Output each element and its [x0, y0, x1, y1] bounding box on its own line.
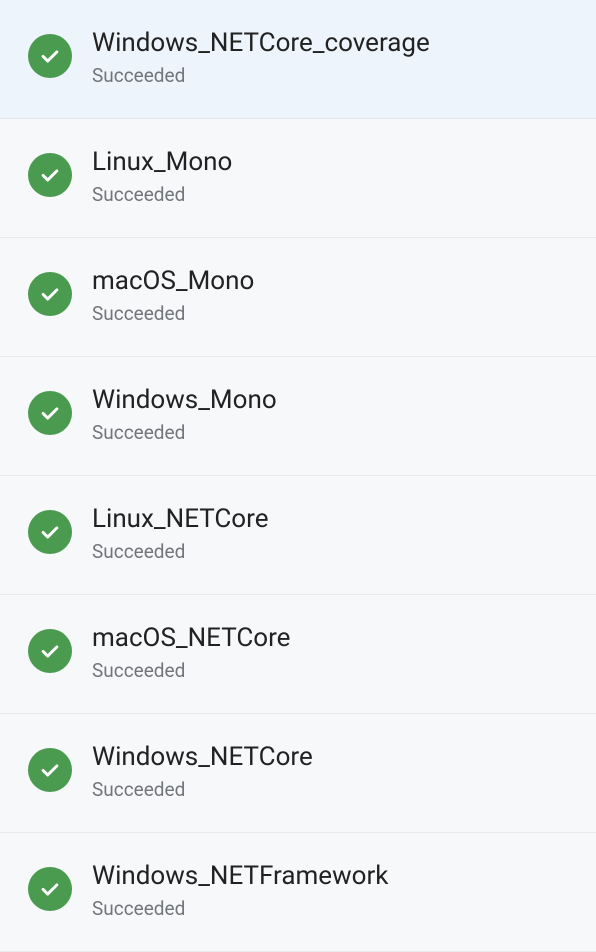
list-item[interactable]: Windows_NETCore Succeeded [0, 714, 596, 833]
item-status: Succeeded [92, 541, 269, 564]
checkmark-icon [28, 391, 72, 435]
item-status: Succeeded [92, 660, 290, 683]
item-name: Windows_NETCore_coverage [92, 28, 430, 59]
checkmark-icon [28, 629, 72, 673]
item-status: Succeeded [92, 422, 277, 445]
item-text-col: macOS_NETCore Succeeded [92, 623, 290, 683]
list-item[interactable]: Windows_NETCore_coverage Succeeded [0, 0, 596, 119]
item-name: Linux_Mono [92, 147, 232, 178]
item-name: macOS_Mono [92, 266, 254, 297]
list-item[interactable]: macOS_NETCore Succeeded [0, 595, 596, 714]
item-status: Succeeded [92, 65, 430, 88]
item-name: macOS_NETCore [92, 623, 290, 654]
item-status: Succeeded [92, 898, 388, 921]
item-name: Linux_NETCore [92, 504, 269, 535]
item-text-col: Linux_Mono Succeeded [92, 147, 232, 207]
checkmark-icon [28, 272, 72, 316]
item-name: Windows_NETCore [92, 742, 313, 773]
item-text-col: Windows_Mono Succeeded [92, 385, 277, 445]
list-item[interactable]: Linux_Mono Succeeded [0, 119, 596, 238]
item-text-col: Windows_NETFramework Succeeded [92, 861, 388, 921]
checkmark-icon [28, 510, 72, 554]
item-text-col: Windows_NETCore_coverage Succeeded [92, 28, 430, 88]
checkmark-icon [28, 748, 72, 792]
list-item[interactable]: Windows_NETFramework Succeeded [0, 833, 596, 952]
item-text-col: Windows_NETCore Succeeded [92, 742, 313, 802]
item-text-col: macOS_Mono Succeeded [92, 266, 254, 326]
list-item[interactable]: Windows_Mono Succeeded [0, 357, 596, 476]
checkmark-icon [28, 34, 72, 78]
item-status: Succeeded [92, 303, 254, 326]
list-item[interactable]: Linux_NETCore Succeeded [0, 476, 596, 595]
item-text-col: Linux_NETCore Succeeded [92, 504, 269, 564]
item-status: Succeeded [92, 779, 313, 802]
jobs-list: Windows_NETCore_coverageSucceededLinux_M… [0, 0, 596, 952]
item-status: Succeeded [92, 184, 232, 207]
item-name: Windows_Mono [92, 385, 277, 416]
item-name: Windows_NETFramework [92, 861, 388, 892]
checkmark-icon [28, 153, 72, 197]
list-item[interactable]: macOS_Mono Succeeded [0, 238, 596, 357]
checkmark-icon [28, 867, 72, 911]
